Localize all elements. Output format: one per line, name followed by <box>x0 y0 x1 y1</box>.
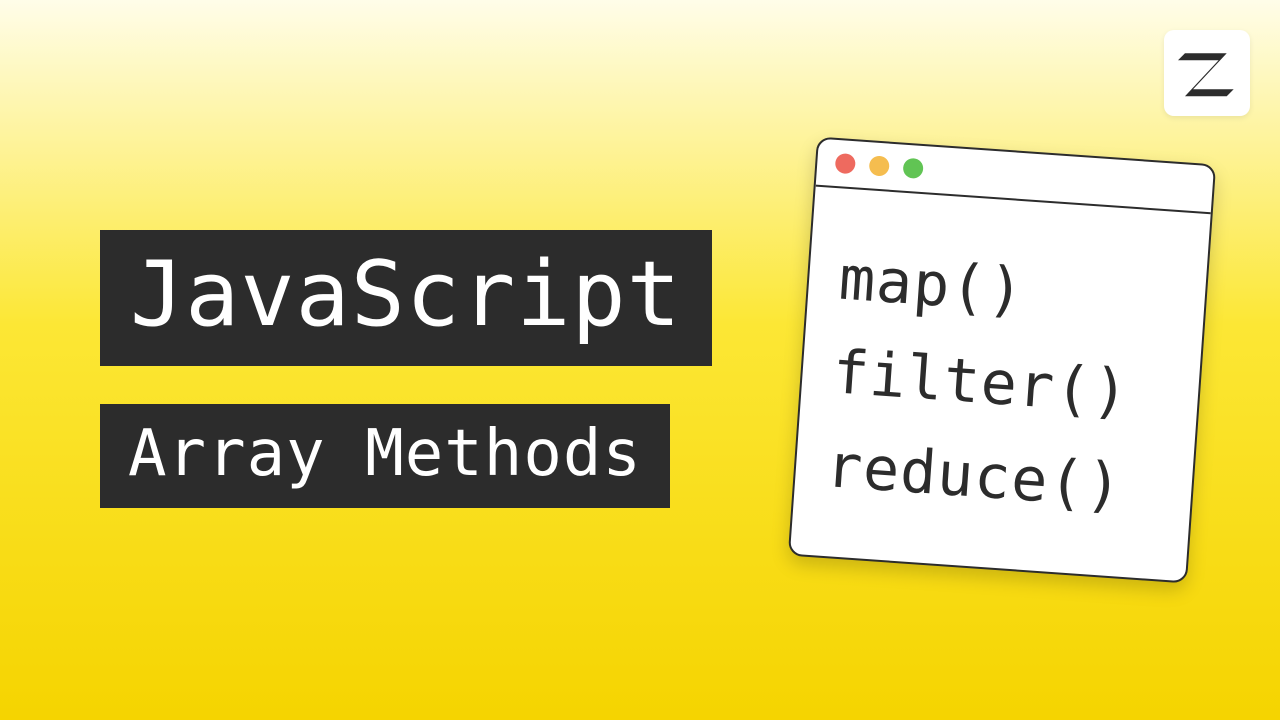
code-line: filter() <box>831 342 1170 425</box>
title-block: JavaScript Array Methods <box>100 230 712 508</box>
z-logo-icon <box>1178 44 1236 102</box>
title-secondary: Array Methods <box>100 404 670 508</box>
code-line: reduce() <box>824 436 1163 519</box>
title-primary: JavaScript <box>100 230 712 366</box>
code-line: map() <box>837 249 1176 332</box>
window-body: map() filter() reduce() <box>790 187 1211 582</box>
traffic-light-minimize-icon <box>869 155 890 176</box>
traffic-light-close-icon <box>835 153 856 174</box>
code-window: map() filter() reduce() <box>788 137 1216 584</box>
traffic-light-zoom-icon <box>902 158 923 179</box>
brand-logo <box>1164 30 1250 116</box>
